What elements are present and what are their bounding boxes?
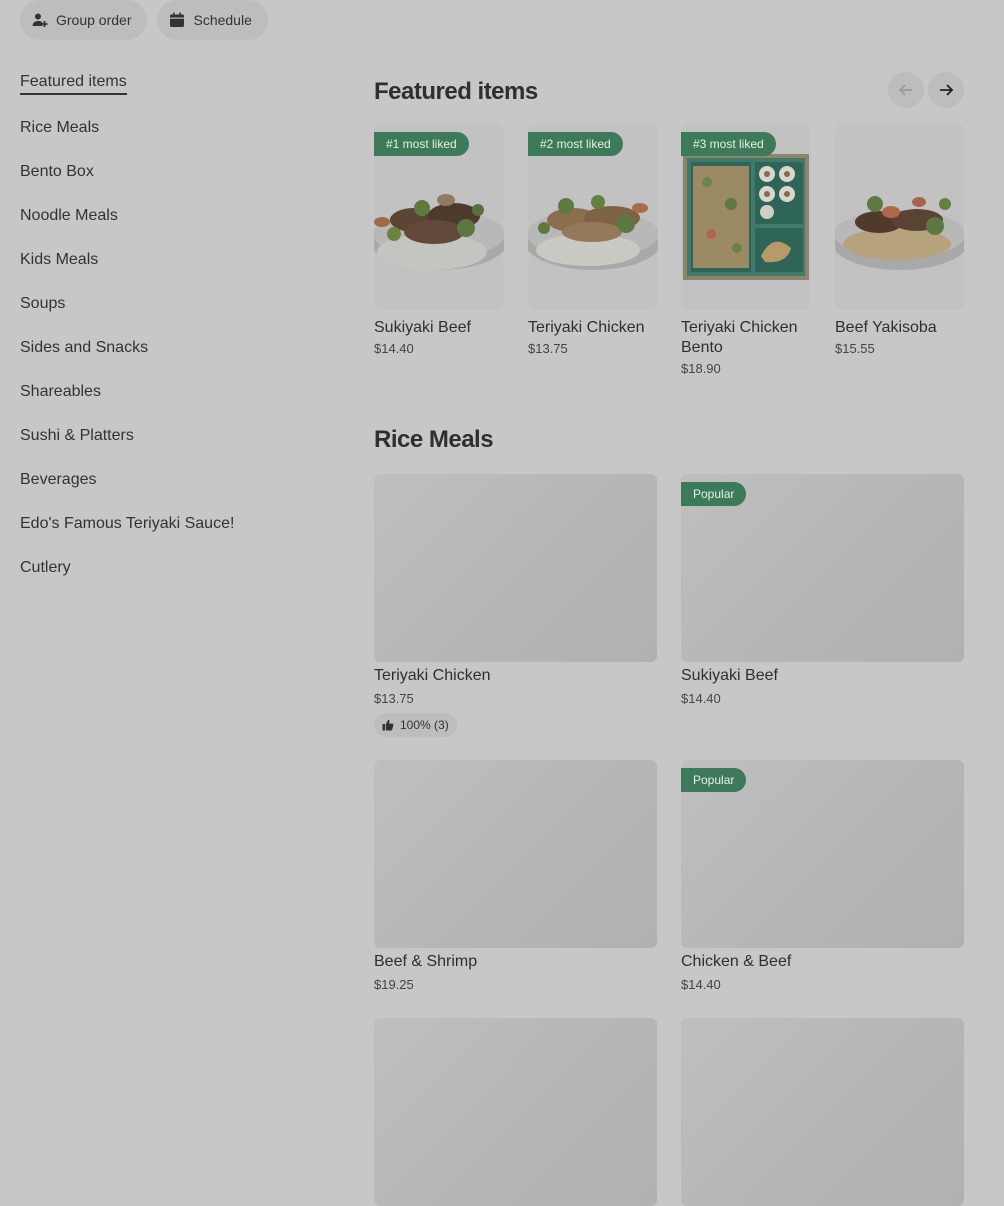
sidebar-item-featured-items[interactable]: Featured items bbox=[20, 62, 320, 106]
sidebar-item-label: Sushi & Platters bbox=[20, 427, 134, 444]
menu-item-card[interactable] bbox=[681, 1018, 964, 1206]
sidebar-item-label: Rice Meals bbox=[20, 119, 100, 136]
item-price: $14.40 bbox=[681, 691, 721, 706]
sidebar-item-label: Sides and Snacks bbox=[20, 339, 149, 356]
featured-card[interactable]: #1 most liked Sukiyaki Beef $14.40 bbox=[374, 124, 504, 356]
sidebar-item-noodle-meals[interactable]: Noodle Meals bbox=[20, 194, 320, 238]
thumbs-up-icon bbox=[382, 719, 394, 731]
item-price: $13.75 bbox=[528, 341, 568, 356]
arrow-left-icon bbox=[898, 84, 912, 96]
most-liked-badge: #2 most liked bbox=[528, 132, 623, 156]
sidebar-item-label: Featured items bbox=[20, 73, 127, 95]
featured-card[interactable]: #2 most liked Teriyaki Chicken $13.75 bbox=[528, 124, 658, 356]
sidebar-item-label: Cutlery bbox=[20, 559, 71, 576]
item-name: Beef & Shrimp bbox=[374, 953, 478, 970]
menu-item-card[interactable] bbox=[374, 1018, 657, 1206]
person-add-icon bbox=[32, 13, 48, 27]
arrow-right-icon bbox=[940, 84, 954, 96]
sidebar-item-beverages[interactable]: Beverages bbox=[20, 458, 320, 502]
carousel-next-button[interactable] bbox=[928, 72, 964, 108]
rating-value: 100% (3) bbox=[400, 718, 449, 732]
most-liked-badge: #3 most liked bbox=[681, 132, 776, 156]
menu-item-card[interactable]: Teriyaki Chicken $13.75 100% (3) bbox=[374, 474, 657, 737]
rice-meals-title: Rice Meals bbox=[374, 426, 494, 453]
schedule-button[interactable]: Schedule bbox=[157, 0, 268, 40]
sidebar-item-rice-meals[interactable]: Rice Meals bbox=[20, 106, 320, 150]
most-liked-badge: #1 most liked bbox=[374, 132, 469, 156]
featured-card[interactable]: Beef Yakisoba $15.55 bbox=[835, 124, 964, 356]
item-image-placeholder: Popular bbox=[681, 760, 964, 948]
carousel-prev-button[interactable] bbox=[888, 72, 924, 108]
sidebar-item-label: Edo's Famous Teriyaki Sauce! bbox=[20, 515, 235, 532]
sidebar-item-label: Kids Meals bbox=[20, 251, 99, 268]
group-order-label: Group order bbox=[56, 12, 132, 28]
popular-badge: Popular bbox=[681, 482, 747, 506]
sidebar-item-label: Shareables bbox=[20, 383, 101, 400]
menu-item-card[interactable]: Popular Sukiyaki Beef $14.40 bbox=[681, 474, 964, 706]
sidebar-item-label: Beverages bbox=[20, 471, 97, 488]
teriyaki-chicken-bento-image: #3 most liked bbox=[681, 124, 811, 310]
sidebar-item-teriyaki-sauce[interactable]: Edo's Famous Teriyaki Sauce! bbox=[20, 502, 320, 546]
sidebar-item-shareables[interactable]: Shareables bbox=[20, 370, 320, 414]
item-price: $14.40 bbox=[374, 341, 414, 356]
sidebar-item-label: Soups bbox=[20, 295, 66, 312]
sidebar-item-label: Bento Box bbox=[20, 163, 94, 180]
item-price: $18.90 bbox=[681, 361, 721, 376]
item-name: Teriyaki Chicken bbox=[374, 667, 491, 684]
item-image-placeholder bbox=[374, 760, 657, 948]
sidebar-item-cutlery[interactable]: Cutlery bbox=[20, 546, 320, 590]
item-price: $13.75 bbox=[374, 691, 414, 706]
popular-badge: Popular bbox=[681, 768, 747, 792]
top-actions: Group order Schedule bbox=[20, 0, 268, 40]
item-name: Chicken & Beef bbox=[681, 953, 792, 970]
item-price: $14.40 bbox=[681, 977, 721, 992]
category-sidebar: Featured items Rice Meals Bento Box Nood… bbox=[20, 62, 320, 590]
featured-carousel: #1 most liked Sukiyaki Beef $14.40 #2 mo… bbox=[374, 124, 964, 384]
featured-title: Featured items bbox=[374, 78, 538, 105]
item-image-placeholder bbox=[374, 474, 657, 662]
group-order-button[interactable]: Group order bbox=[20, 0, 148, 40]
sidebar-item-label: Noodle Meals bbox=[20, 207, 118, 224]
sukiyaki-beef-image: #1 most liked bbox=[374, 124, 504, 310]
menu-item-card[interactable]: Beef & Shrimp $19.25 bbox=[374, 760, 657, 992]
beef-yakisoba-image bbox=[835, 124, 964, 310]
item-image-placeholder bbox=[374, 1018, 657, 1206]
menu-main: Featured items #1 most liked Sukiyaki Be… bbox=[374, 70, 964, 1206]
calendar-icon bbox=[170, 12, 185, 27]
schedule-label: Schedule bbox=[193, 12, 252, 28]
sidebar-item-bento-box[interactable]: Bento Box bbox=[20, 150, 320, 194]
sidebar-item-kids-meals[interactable]: Kids Meals bbox=[20, 238, 320, 282]
item-name: Beef Yakisoba bbox=[835, 319, 937, 336]
item-price: $19.25 bbox=[374, 977, 414, 992]
sidebar-item-sides-and-snacks[interactable]: Sides and Snacks bbox=[20, 326, 320, 370]
featured-card[interactable]: #3 most liked Teriyaki Chicken Bento $18… bbox=[681, 124, 811, 376]
featured-header: Featured items bbox=[374, 70, 964, 114]
teriyaki-chicken-image: #2 most liked bbox=[528, 124, 658, 310]
item-image-placeholder: Popular bbox=[681, 474, 964, 662]
item-image-placeholder bbox=[681, 1018, 964, 1206]
item-name: Sukiyaki Beef bbox=[681, 667, 778, 684]
sidebar-item-sushi-platters[interactable]: Sushi & Platters bbox=[20, 414, 320, 458]
item-name: Teriyaki Chicken bbox=[528, 319, 645, 336]
rating-badge: 100% (3) bbox=[374, 713, 457, 737]
item-price: $15.55 bbox=[835, 341, 875, 356]
menu-item-card[interactable]: Popular Chicken & Beef $14.40 bbox=[681, 760, 964, 992]
sidebar-item-soups[interactable]: Soups bbox=[20, 282, 320, 326]
item-name: Teriyaki Chicken Bento bbox=[681, 319, 798, 356]
carousel-controls bbox=[888, 72, 964, 108]
item-name: Sukiyaki Beef bbox=[374, 319, 471, 336]
